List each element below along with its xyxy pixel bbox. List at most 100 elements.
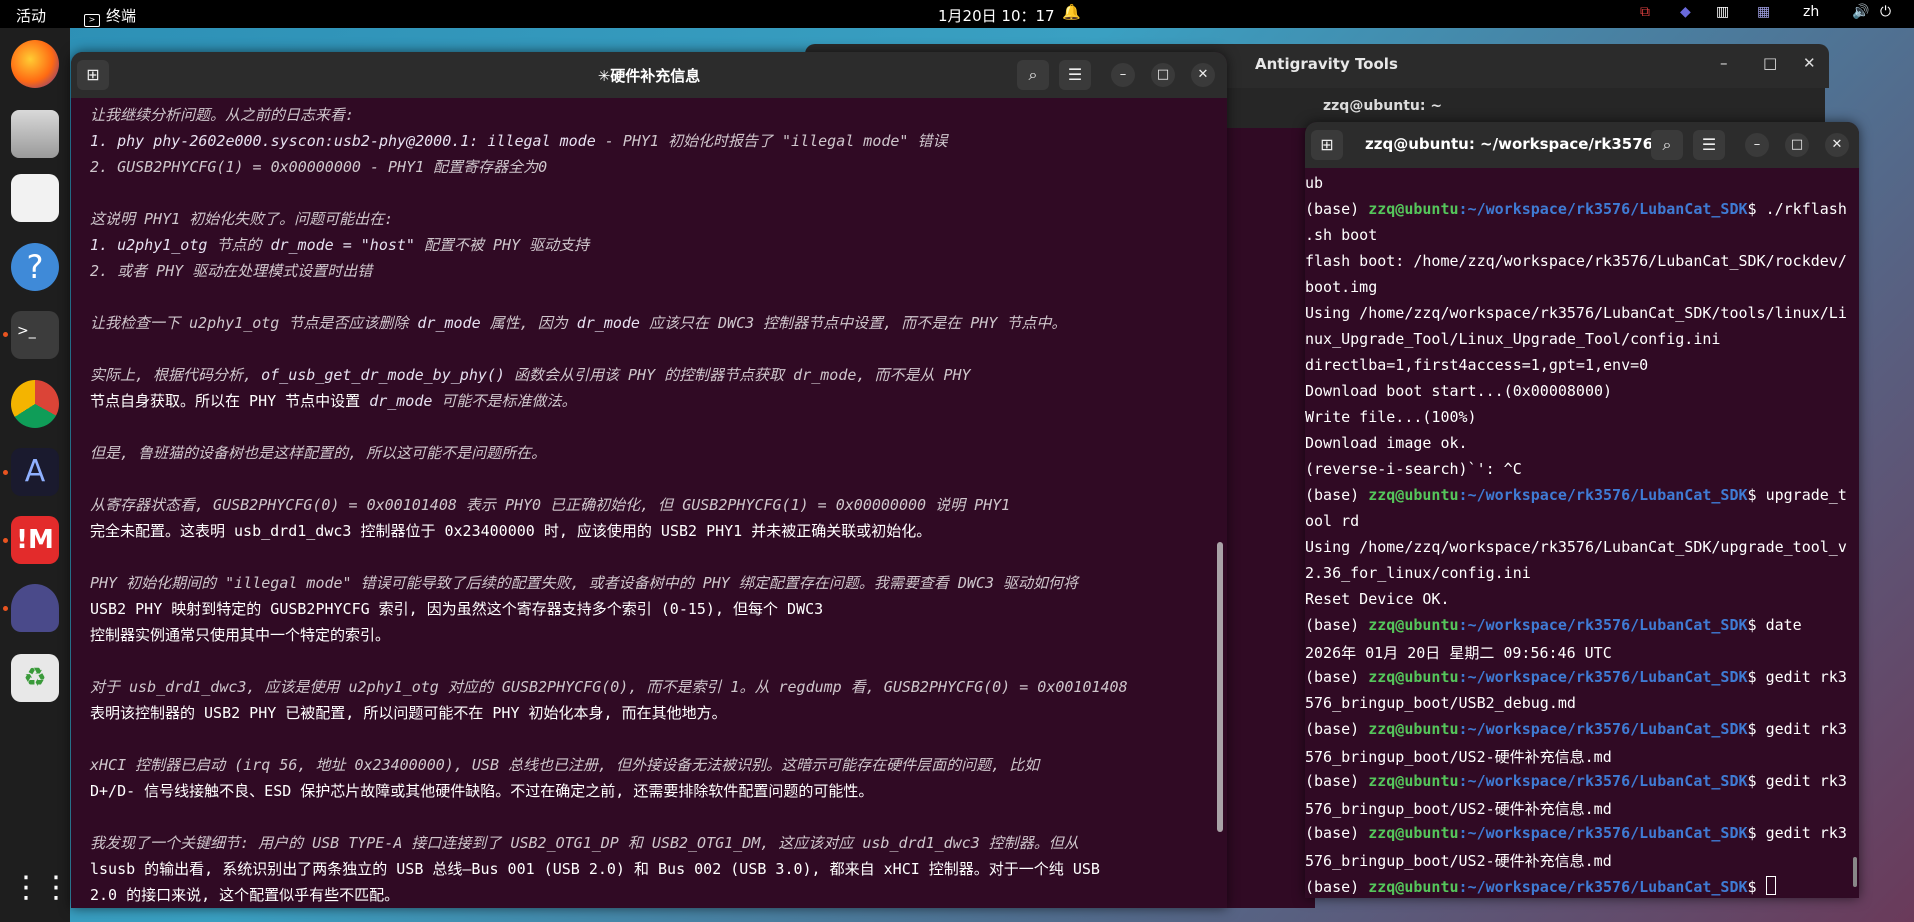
minimize-button[interactable]: – (1720, 54, 1728, 72)
output-text: 576_bringup_boot/USB2_debug.md (1305, 694, 1576, 712)
output-text: 576_bringup_boot/US2-硬件补充信息.md (1305, 852, 1612, 870)
chat-app-icon[interactable]: !M (11, 516, 59, 564)
output-line: ool rd (1305, 512, 1359, 530)
top-bar: 活动 > 终端 1月20日 10：17 🔔 ⧉ ◆ ▥ ▦ zh 🔊 ⏻ (0, 0, 1914, 28)
menu-icon[interactable]: ☰ (1059, 60, 1091, 90)
editor-line: 2.0 的接口来说, 这个配置似乎有些不匹配。 (90, 884, 399, 905)
search-icon[interactable]: ⌕ (1651, 130, 1683, 160)
editor-text: 节点自身获取。所以在 PHY 节点中设置 (90, 392, 370, 410)
prompt-path: :~/workspace/rk3576/LubanCat_SDK (1458, 772, 1748, 790)
editor-line: 1. phy phy-2602e000.syscon:usb2-phy@2000… (90, 130, 947, 151)
output-line: Write file...(100%) (1305, 408, 1477, 426)
help-icon[interactable]: ? (11, 243, 59, 291)
output-line: nux_Upgrade_Tool/Linux_Upgrade_Tool/conf… (1305, 330, 1720, 348)
editor-text: 让我继续分析问题。从之前的日志来看: (90, 106, 355, 124)
output-line: Using /home/zzq/workspace/rk3576/LubanCa… (1305, 538, 1847, 556)
output-line: Download image ok. (1305, 434, 1468, 452)
conda-env: (base) (1305, 720, 1369, 738)
activities-button[interactable]: 活动 (16, 5, 46, 26)
editor-text: 从寄存器状态看, GUSB2PHYCFG(0) = 0x00101408 表示 … (90, 496, 1011, 514)
conda-env: (base) (1305, 772, 1369, 790)
scrollbar[interactable] (1853, 857, 1857, 887)
output-line: 2026年 01月 20日 星期二 09:56:46 UTC (1305, 642, 1612, 663)
command-text: $ gedit rk3 (1747, 720, 1847, 738)
editor-line: USB2 PHY 映射到特定的 GUSB2PHYCFG 索引, 因为虽然这个寄存… (90, 598, 823, 619)
editor-text: 这说明 PHY1 初始化失败了。问题可能出在: (90, 210, 394, 228)
editor-text: 对于 usb_drd1_dwc3, 应该是使用 u2phy1_otg 对应的 G… (90, 678, 1128, 696)
menu-icon[interactable]: ☰ (1693, 130, 1725, 160)
prompt-line: (base) zzq@ubuntu:~/workspace/rk3576/Lub… (1305, 668, 1847, 686)
output-line: directlba=1,first4access=1,gpt=1,env=0 (1305, 356, 1648, 374)
editor-text: 2. GUSB2PHYCFG(1) = 0x00000000 - PHY1 配置… (90, 158, 548, 176)
prompt-path: :~/workspace/rk3576/LubanCat_SDK (1458, 720, 1748, 738)
output-text: .sh boot (1305, 226, 1378, 244)
app-menu[interactable]: > 终端 (84, 5, 136, 27)
output-text: 576_bringup_boot/US2-硬件补充信息.md (1305, 800, 1612, 818)
app-indicator-icon[interactable]: ▦ (1757, 4, 1770, 20)
close-button[interactable]: ✕ (1191, 63, 1215, 87)
output-text: Write file...(100%) (1305, 408, 1477, 426)
editor-text: 让我检查一下 u2phy1_otg 节点是否应该删除 (90, 314, 418, 332)
new-tab-button[interactable]: ⊞ (1311, 130, 1343, 160)
chrome-icon[interactable] (11, 380, 59, 428)
output-text: (reverse-i-search)`': ^C (1305, 460, 1522, 478)
output-text: Reset Device OK. (1305, 590, 1450, 608)
bell-icon[interactable]: 🔔 (1062, 3, 1081, 21)
cat-app-icon[interactable] (11, 584, 59, 632)
command-text: $ gedit rk3 (1747, 772, 1847, 790)
antigravity-icon[interactable]: A (11, 448, 59, 496)
prompt-user: zzq@ubuntu (1368, 878, 1459, 896)
editor-text: 可能不是标准做法。 (432, 392, 577, 410)
trash-icon[interactable]: ♻ (11, 654, 59, 702)
language-indicator[interactable]: zh (1803, 4, 1819, 20)
editor-text: 控制器实例通常只使用其中一个特定的索引。 (90, 626, 391, 644)
volume-icon[interactable]: 🔊 (1852, 4, 1869, 20)
conda-env: (base) (1305, 824, 1369, 842)
prompt-user: zzq@ubuntu (1368, 668, 1459, 686)
minimize-button[interactable]: – (1745, 133, 1769, 157)
files-icon[interactable] (11, 110, 59, 158)
maximize-button[interactable]: □ (1151, 63, 1175, 87)
prompt-path: :~/workspace/rk3576/LubanCat_SDK (1458, 878, 1748, 896)
software-center-icon[interactable] (11, 174, 59, 222)
output-line: 576_bringup_boot/US2-硬件补充信息.md (1305, 746, 1612, 767)
maximize-button[interactable]: □ (1763, 54, 1777, 72)
maximize-button[interactable]: □ (1785, 133, 1809, 157)
prompt-user: zzq@ubuntu (1368, 616, 1459, 634)
output-text: 2026年 01月 20日 星期二 09:56:46 UTC (1305, 644, 1612, 662)
terminal-output[interactable]: ub (base) zzq@ubuntu:~/workspace/rk3576/L… (1305, 168, 1859, 898)
command-text: $ upgrade_t (1747, 486, 1847, 504)
show-apps-icon[interactable]: ⋮⋮⋮ (11, 864, 101, 912)
prompt-path: :~/workspace/rk3576/LubanCat_SDK (1458, 486, 1748, 504)
output-text: Download image ok. (1305, 434, 1468, 452)
scrollbar[interactable] (1217, 542, 1223, 832)
editor-line: 2. GUSB2PHYCFG(1) = 0x00000000 - PHY1 配置… (90, 156, 547, 177)
input-method-icon[interactable]: ⧉ (1640, 4, 1650, 20)
editor-line: 我发现了一个关键细节: 用户的 USB TYPE-A 接口连接到了 USB2_O… (90, 832, 1079, 853)
editor-line: PHY 初始化期间的 "illegal mode" 错误可能导致了后续的配置失败… (90, 572, 1078, 593)
firefox-icon[interactable] (11, 40, 59, 88)
editor-text: xHCI 控制器已启动 (irq 56, 地址 0x23400000), USB… (90, 756, 1040, 774)
clock[interactable]: 1月20日 10：17 (938, 5, 1055, 26)
vpn-icon[interactable]: ◆ (1680, 4, 1691, 20)
output-text: Using /home/zzq/workspace/rk3576/LubanCa… (1305, 304, 1847, 322)
prompt-path: :~/workspace/rk3576/LubanCat_SDK (1458, 824, 1748, 842)
close-button[interactable]: ✕ (1825, 133, 1849, 157)
output-line: Reset Device OK. (1305, 590, 1450, 608)
minimize-button[interactable]: – (1111, 63, 1135, 87)
stats-icon[interactable]: ▥ (1716, 4, 1729, 20)
editor-text: 我发现了一个关键细节: 用户的 USB TYPE-A 接口连接到了 USB2_O… (90, 834, 1079, 852)
terminal-icon: > (84, 14, 100, 27)
command-text: $ gedit rk3 (1747, 824, 1847, 842)
prompt-path: :~/workspace/rk3576/LubanCat_SDK (1458, 200, 1748, 218)
terminal-dock-icon[interactable]: >_ (11, 311, 59, 359)
search-icon[interactable]: ⌕ (1017, 60, 1049, 90)
text-editor[interactable]: 让我继续分析问题。从之前的日志来看: 1. phy phy-2602e000.sy… (71, 98, 1227, 908)
editor-text: dr_mode (576, 314, 640, 332)
editor-text: D+/D- 信号线接触不良、ESD 保护芯片故障或其他硬件缺陷。不过在确定之前,… (90, 782, 874, 800)
output-text: ub (1305, 174, 1324, 192)
close-button[interactable]: ✕ (1803, 54, 1816, 72)
terminal-window: ⊞ zzq@ubuntu: ~/workspace/rk3576/... ⌕ ☰… (1305, 122, 1859, 898)
power-icon[interactable]: ⏻ (1880, 4, 1891, 20)
gedit-window: ⊞ ✳硬件补充信息 ⌕ ☰ – □ ✕ 让我继续分析问题。从之前的日志来看: 1.… (71, 52, 1227, 908)
